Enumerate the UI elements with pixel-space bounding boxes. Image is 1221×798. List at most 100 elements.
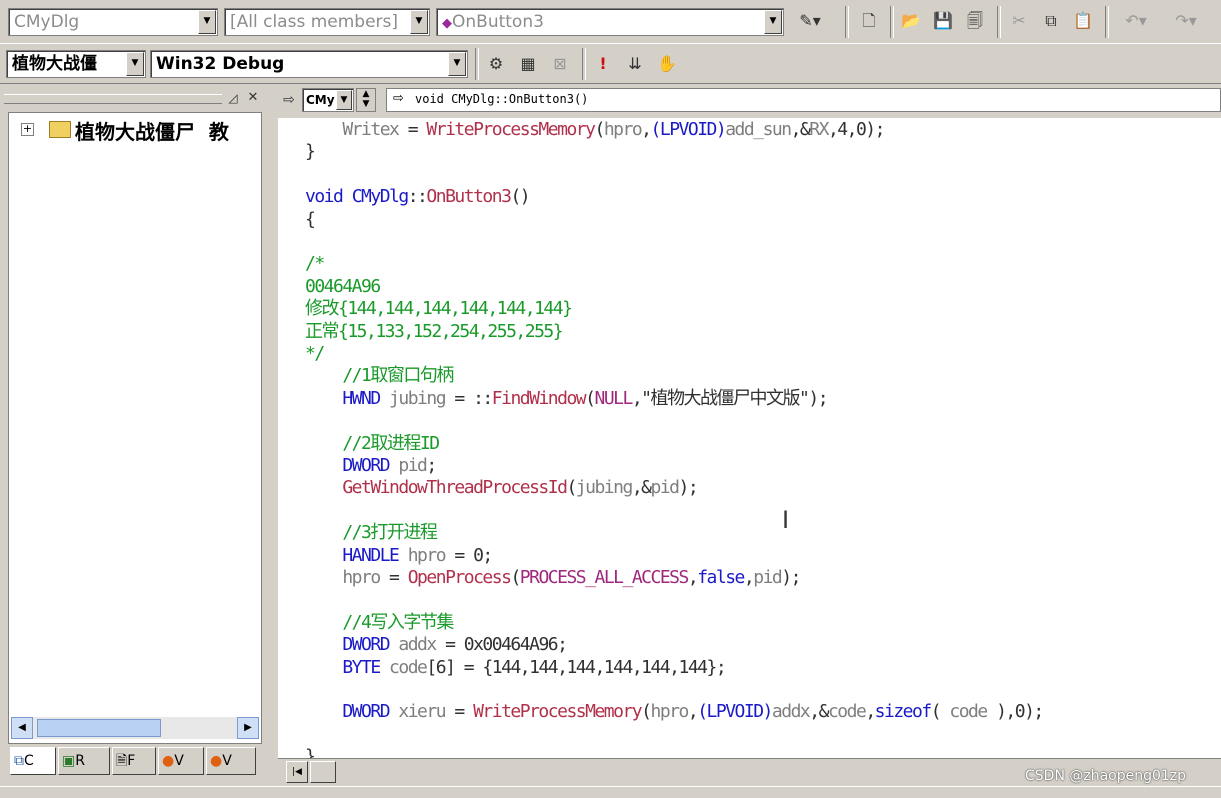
class-combo[interactable]: CMyDlg ▼: [8, 8, 218, 36]
execute-icon[interactable]: !: [590, 51, 616, 77]
code-token: 正常{15,133,152,254,255,255}: [305, 320, 564, 342]
stop-build-icon[interactable]: ⊠: [547, 51, 573, 77]
code-token: }: [305, 746, 316, 758]
tree-root-label[interactable]: 植物大战僵尸 教: [75, 116, 229, 145]
redo-icon[interactable]: ↷▾: [1164, 8, 1208, 34]
code-token: ,"植物大战僵尸中文版");: [631, 387, 829, 409]
code-token: void: [305, 186, 352, 208]
chevron-down-icon[interactable]: ▼: [448, 52, 466, 76]
code-line[interactable]: HANDLE hpro = 0;: [305, 545, 493, 567]
wizard-arrow-icon[interactable]: ⇨: [278, 88, 300, 112]
build-icon[interactable]: ▦: [515, 51, 541, 77]
code-line[interactable]: GetWindowThreadProcessId(jubing,&pid);: [305, 477, 698, 499]
code-token: 修改{144,144,144,144,144,144}: [305, 298, 573, 320]
spin-updown-icon[interactable]: ▲ ▼: [356, 88, 376, 112]
copy-icon[interactable]: ⧉: [1038, 8, 1064, 34]
code-token: }: [305, 141, 316, 163]
new-text-file-icon[interactable]: 🗋: [856, 8, 882, 34]
chevron-down-icon[interactable]: ▼: [410, 10, 428, 34]
toolbar-separator: [1105, 6, 1109, 38]
compile-icon[interactable]: ⚙: [483, 51, 509, 77]
scroll-right-button[interactable]: ▶: [237, 717, 259, 739]
code-token: hpro: [650, 701, 690, 723]
tab-view-1[interactable]: ●V: [158, 747, 204, 775]
code-line[interactable]: DWORD pid;: [305, 455, 437, 477]
breakpoint-hand-icon[interactable]: ✋: [654, 51, 680, 77]
project-combo[interactable]: 植物大战僵 ▼: [6, 50, 146, 78]
chevron-down-icon[interactable]: ▼: [764, 10, 782, 34]
scroll-left-button[interactable]: ◀: [11, 717, 33, 739]
code-line[interactable]: }: [305, 141, 316, 163]
code-token: hpro: [603, 119, 643, 140]
workspace-tree[interactable]: + 植物大战僵尸 教 ◀ ▶: [8, 112, 262, 744]
code-line[interactable]: //2取进程ID: [305, 433, 440, 455]
code-token: 00464A96: [305, 275, 381, 297]
code-token: xieru: [398, 701, 446, 723]
open-folder-icon[interactable]: 📂: [898, 8, 924, 34]
workspace-gripper[interactable]: [4, 94, 222, 104]
tree-expand-icon[interactable]: +: [21, 123, 34, 136]
undo-icon[interactable]: ↶▾: [1114, 8, 1158, 34]
chevron-down-icon[interactable]: ▼: [198, 10, 216, 34]
code-line[interactable]: DWORD addx = 0x00464A96;: [305, 634, 568, 656]
code-editor[interactable]: Writex = WriteProcessMemory(hpro,(LPVOID…: [278, 118, 1221, 758]
code-line[interactable]: 00464A96: [305, 275, 381, 298]
maximize-icon[interactable]: ◿: [224, 88, 242, 108]
code-line[interactable]: }: [305, 746, 316, 758]
chevron-down-icon[interactable]: ▼: [336, 90, 352, 110]
function-field[interactable]: ⇨ void CMyDlg::OnButton3(): [386, 88, 1221, 112]
tab-resourceview[interactable]: ▣R: [58, 747, 110, 775]
editor-class-combo[interactable]: CMy ▼: [302, 88, 354, 112]
code-line[interactable]: //3打开进程: [305, 522, 438, 544]
cut-icon[interactable]: ✂: [1006, 8, 1032, 34]
code-token: (): [510, 186, 530, 208]
code-token: =: [445, 701, 474, 723]
code-line[interactable]: //4写入字节集: [305, 612, 454, 634]
chevron-down-icon[interactable]: ▼: [126, 52, 144, 76]
code-line[interactable]: BYTE code[6] = {144,144,144,144,144,144}…: [305, 656, 726, 679]
code-line[interactable]: void CMyDlg::OnButton3(): [305, 186, 531, 208]
code-token: //3打开进程: [305, 522, 438, 544]
tab-fileview[interactable]: 🗎F: [112, 747, 156, 775]
toolbar-separator: [997, 6, 1001, 38]
code-token: add_sun: [725, 119, 792, 140]
code-line[interactable]: hpro = OpenProcess(PROCESS_ALL_ACCESS,fa…: [305, 567, 801, 589]
toolbar-row-2: 植物大战僵 ▼ Win32 Debug ▼ ⚙ ▦ ⊠ ! ⇊ ✋: [0, 44, 1221, 84]
tab-classview[interactable]: ⧉C: [10, 747, 56, 775]
code-line[interactable]: 正常{15,133,152,254,255,255}: [305, 320, 564, 343]
scroll-thumb[interactable]: [37, 719, 161, 737]
code-token: sizeof: [874, 701, 933, 723]
code-line[interactable]: {: [305, 208, 316, 231]
code-line[interactable]: /*: [305, 253, 325, 275]
member-combo[interactable]: ◆OnButton3 ▼: [436, 8, 784, 36]
class-view-icon: ⧉: [14, 753, 24, 769]
code-token: {: [305, 208, 316, 230]
code-token: Writex: [305, 119, 400, 140]
code-line[interactable]: 修改{144,144,144,144,144,144}: [305, 298, 573, 320]
code-token: (: [566, 477, 577, 499]
code-token: ),0);: [986, 701, 1044, 723]
paste-icon[interactable]: 📋: [1070, 8, 1096, 34]
filter-combo[interactable]: [All class members] ▼: [224, 8, 430, 36]
scroll-track[interactable]: [310, 761, 336, 783]
workspace-hscrollbar[interactable]: ◀ ▶: [11, 717, 259, 739]
wizard-bar-actions-icon[interactable]: ✎▾: [788, 8, 832, 34]
watermark: CSDN @zhaopeng01zp: [1025, 768, 1187, 784]
tab-view-2[interactable]: ●V: [206, 747, 256, 775]
close-icon[interactable]: ✕: [244, 88, 262, 108]
save-all-icon[interactable]: 🗐: [962, 8, 988, 34]
code-token: =: [379, 567, 408, 588]
code-line[interactable]: HWND jubing = ::FindWindow(NULL,"植物大战僵尸中…: [305, 387, 829, 410]
pumpkin-icon: ●: [162, 753, 175, 769]
configuration-combo[interactable]: Win32 Debug ▼: [150, 50, 468, 78]
code-line[interactable]: //1取窗口句柄: [305, 365, 454, 387]
code-token: code: [949, 701, 988, 723]
code-token: BYTE: [305, 656, 390, 678]
scroll-left-button[interactable]: |◀: [286, 761, 308, 783]
code-line[interactable]: */: [305, 343, 325, 365]
code-line[interactable]: Writex = WriteProcessMemory(hpro,(LPVOID…: [305, 119, 885, 141]
go-icon[interactable]: ⇊: [622, 51, 648, 77]
code-line[interactable]: DWORD xieru = WriteProcessMemory(hpro,(L…: [305, 701, 1044, 723]
code-token: ,&: [790, 119, 811, 140]
save-icon[interactable]: 💾: [930, 8, 956, 34]
